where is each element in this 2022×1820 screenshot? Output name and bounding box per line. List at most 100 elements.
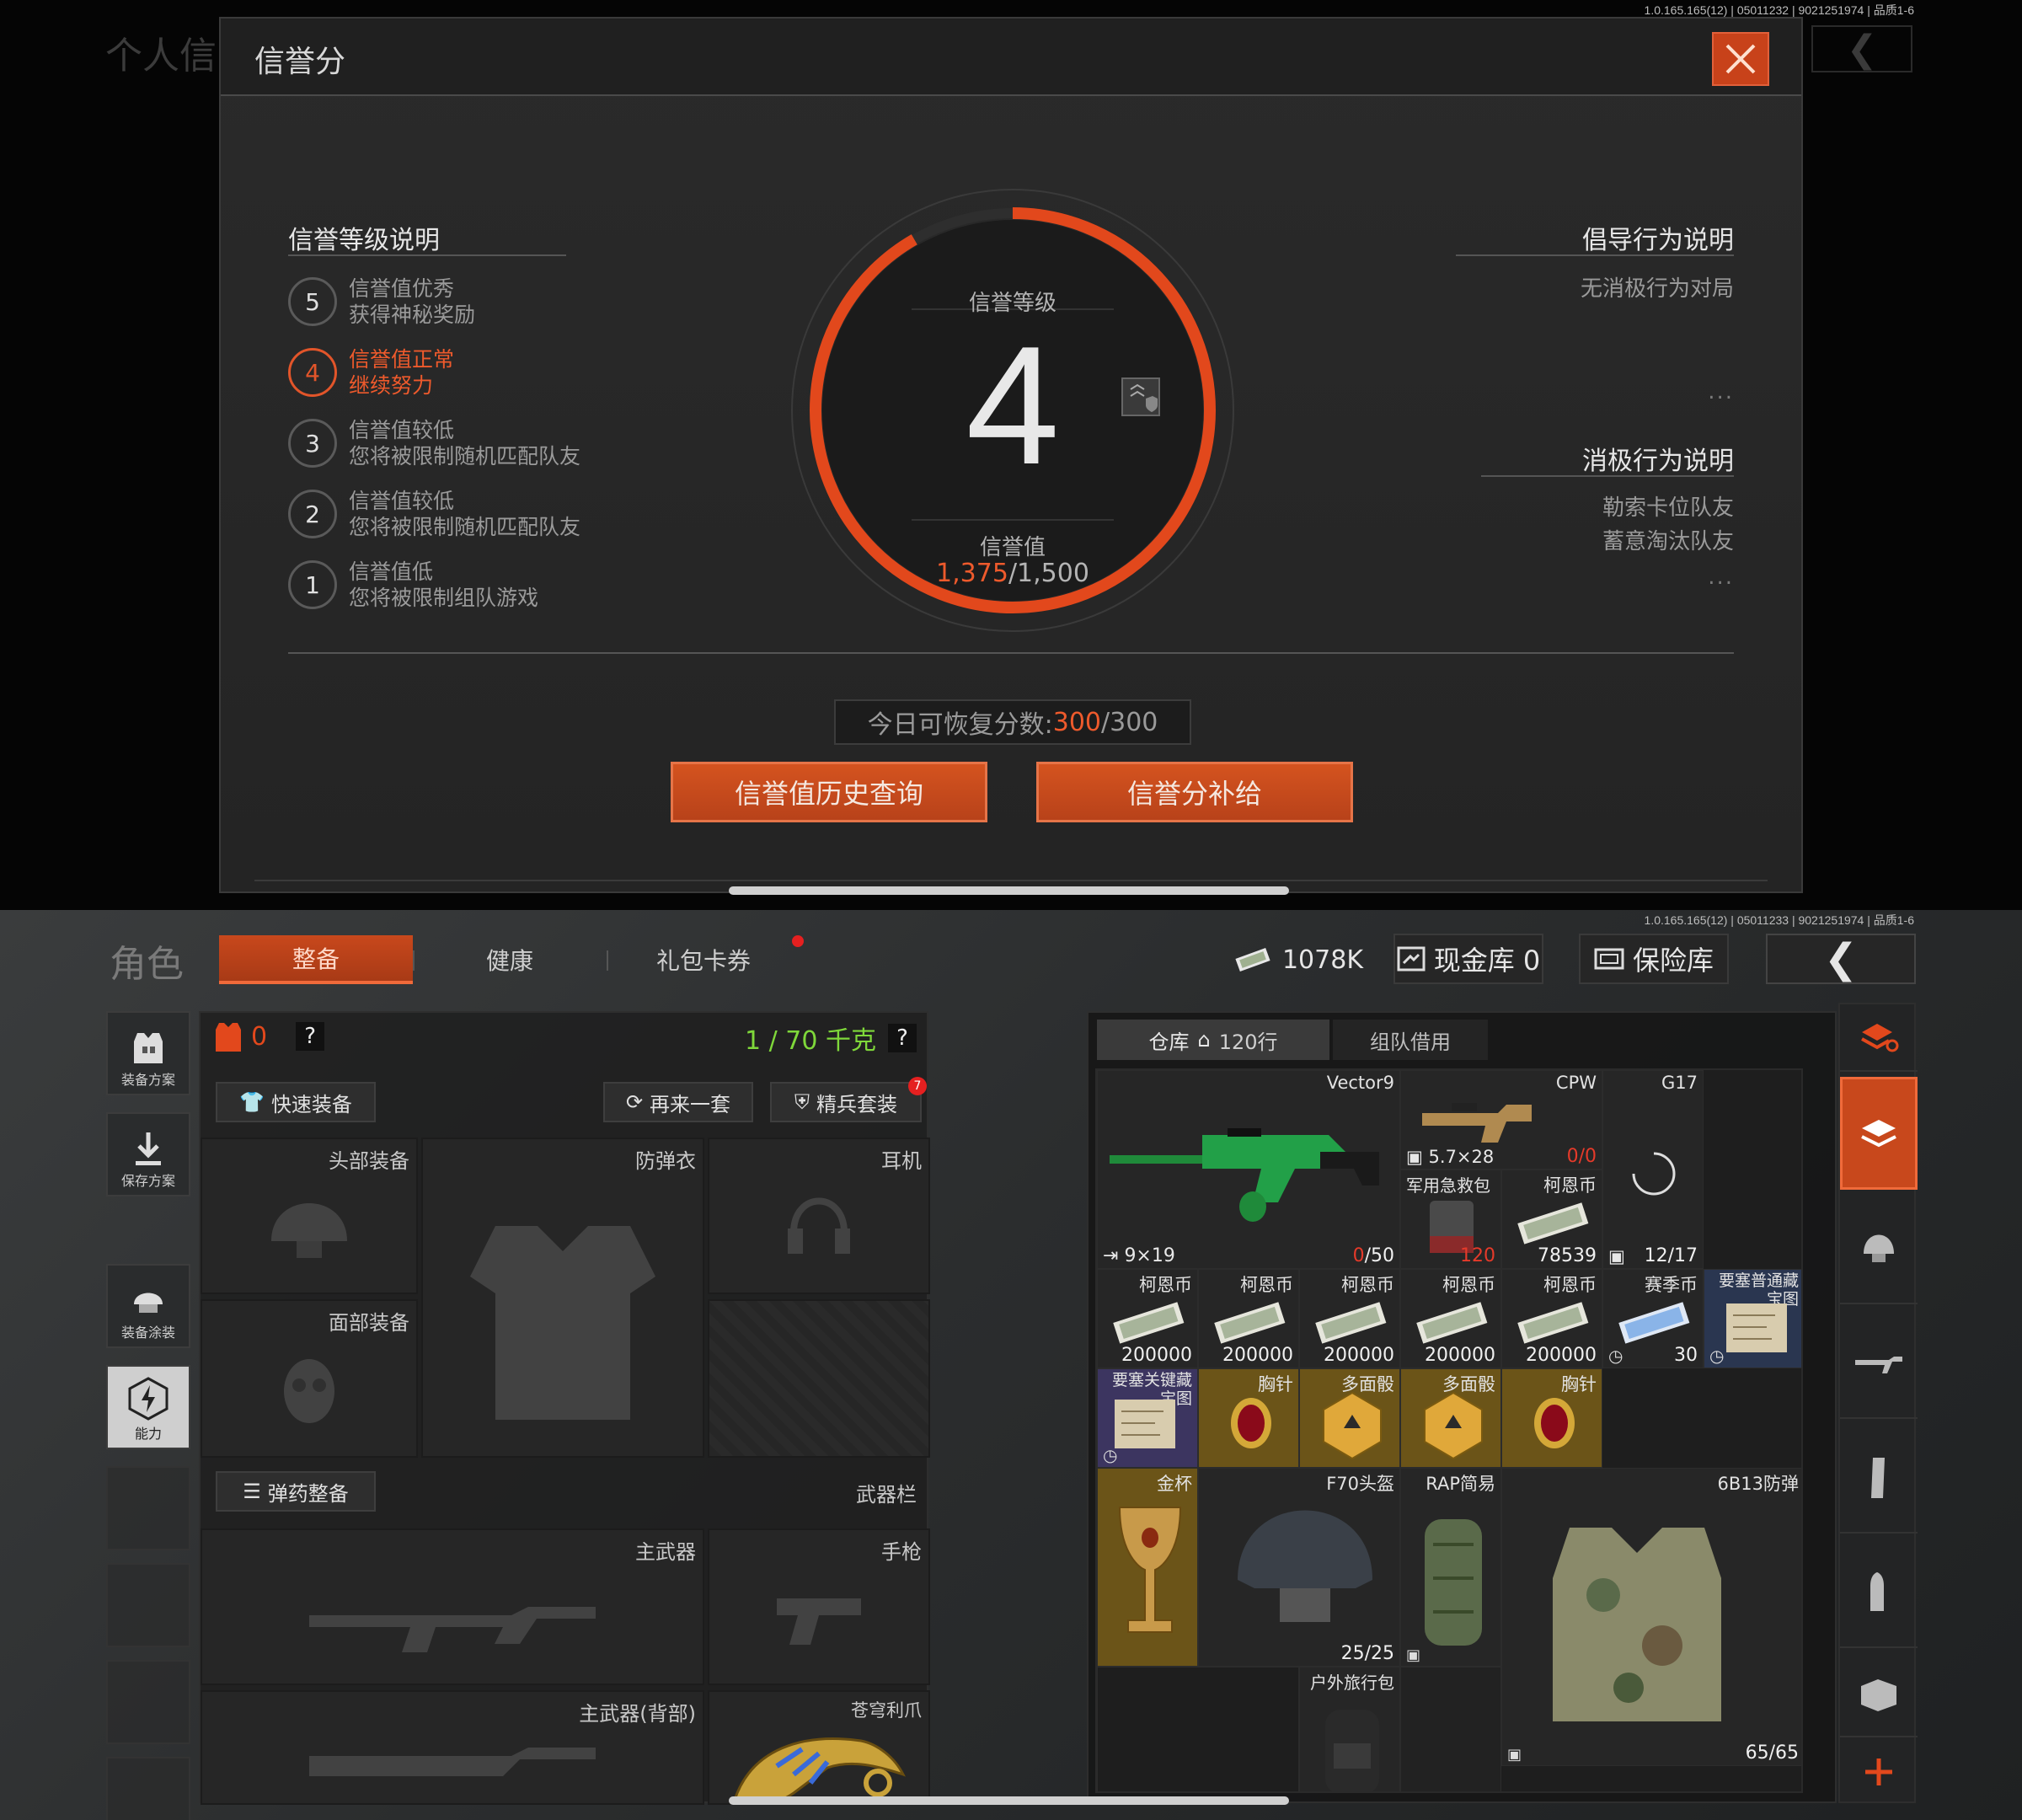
item-f70-helmet[interactable]: F70头盔 25/25 [1198, 1468, 1400, 1667]
ear-slot[interactable]: 耳机 [708, 1138, 930, 1294]
level-item-1: 1 信誉值低 您将被限制组队游戏 [288, 559, 538, 611]
item-dice[interactable]: 多面骰 [1299, 1368, 1400, 1468]
safe-vault-button[interactable]: 保险库 [1579, 934, 1729, 984]
category-ammo[interactable] [1840, 1539, 1918, 1648]
tab-team-borrow[interactable]: 组队借用 [1333, 1020, 1488, 1060]
item-brooch[interactable]: 胸针 [1501, 1368, 1602, 1468]
item-rap-backpack[interactable]: RAP简易 ▣ [1400, 1468, 1501, 1667]
backpack-icon [1425, 1519, 1482, 1646]
item-name: 柯恩币 [1543, 1275, 1597, 1295]
face-slot[interactable]: 面部装备 [201, 1299, 418, 1458]
sort-layers-icon [1861, 1024, 1899, 1052]
history-query-button[interactable]: 信誉值历史查询 [671, 762, 987, 822]
level-number: 1 [288, 560, 337, 609]
item-count: 200000 [1222, 1345, 1293, 1366]
equip-paint-button[interactable]: 装备涂装 [106, 1264, 190, 1348]
item-coin[interactable]: 柯恩币 200000 [1400, 1269, 1501, 1368]
sort-button[interactable] [1840, 1004, 1918, 1072]
category-all[interactable] [1840, 1077, 1918, 1190]
vest-icon [134, 1033, 163, 1063]
item-dice[interactable]: 多面骰 [1400, 1368, 1501, 1468]
item-coin[interactable]: 柯恩币 200000 [1501, 1269, 1602, 1368]
character-screen: 1.0.165.165(12) | 05011233 | 9021251974 … [0, 910, 2022, 1820]
primary-back-slot[interactable]: 主武器(背部) [201, 1690, 704, 1805]
item-count: 25/25 [1340, 1643, 1394, 1664]
item-name: 户外旅行包 [1310, 1673, 1394, 1693]
melee-slot[interactable]: 苍穹利爪 [708, 1690, 930, 1805]
ability-button[interactable]: 能力 [106, 1365, 190, 1449]
item-brooch[interactable]: 胸针 [1198, 1368, 1299, 1468]
tab-vault[interactable]: 仓库 ⌂ 120行 [1097, 1020, 1329, 1060]
cash-vault-button[interactable]: 现金库 0 [1393, 934, 1543, 984]
primary-weapon-slot[interactable]: 主武器 [201, 1528, 704, 1685]
empty-side-slot [106, 1563, 190, 1647]
item-travel-backpack[interactable]: 户外旅行包 [1299, 1667, 1400, 1791]
brooch-icon [1534, 1398, 1575, 1448]
pistol-slot[interactable]: 手枪 [708, 1528, 930, 1685]
item-coin[interactable]: 柯恩币 200000 [1097, 1269, 1198, 1368]
slot-label: 手枪 [881, 1540, 922, 1564]
item-coin[interactable]: 柯恩币 200000 [1198, 1269, 1299, 1368]
again-button[interactable]: ⟳ 再来一套 [603, 1082, 753, 1122]
elite-badge: 7 [908, 1077, 927, 1095]
divider [1481, 475, 1734, 477]
help-button[interactable]: ? [888, 1024, 917, 1052]
ammo-type-icon: ⇥ [1103, 1245, 1119, 1266]
item-key-map[interactable]: 要塞关键藏宝图 ◷ [1097, 1368, 1198, 1468]
loadout-plan-button[interactable]: 装备方案 [106, 1011, 190, 1095]
ammo-capacity: /50 [1364, 1245, 1394, 1266]
dice-icon [1424, 1391, 1483, 1460]
help-button[interactable]: ? [296, 1022, 325, 1051]
dialog-title: 信誉分 [254, 45, 346, 79]
ammo-icon: ☰ [243, 1480, 261, 1503]
item-gold-cup[interactable]: 金杯 [1097, 1468, 1198, 1667]
item-name: 柯恩币 [1341, 1275, 1394, 1295]
cash-vault-label: 现金库 0 [1433, 945, 1541, 977]
divider [288, 254, 566, 256]
category-helmet[interactable] [1840, 1195, 1918, 1304]
item-count: 78539 [1538, 1245, 1597, 1266]
item-count: 200000 [1121, 1345, 1192, 1366]
item-medkit[interactable]: 军用急救包 120 [1400, 1170, 1501, 1269]
item-vector9[interactable]: Vector9 ⇥ 9×19 0/50 [1097, 1070, 1400, 1269]
safe-icon [1594, 948, 1624, 970]
tab-gift[interactable]: 礼包卡券 [607, 935, 800, 984]
close-button[interactable] [1712, 32, 1769, 86]
category-magazine[interactable] [1840, 1424, 1918, 1534]
item-cpw[interactable]: CPW ▣ 5.7×28 0/0 [1400, 1070, 1602, 1170]
tab-equip[interactable]: 整备 [219, 935, 413, 984]
ammo-box-icon: ▣ [1608, 1246, 1625, 1266]
elite-label: 精兵套装 [816, 1092, 897, 1116]
vest-slot[interactable]: 防弹衣 [421, 1138, 704, 1458]
slot-label: 防弹衣 [635, 1149, 696, 1173]
item-coin[interactable]: 柯恩币 200000 [1299, 1269, 1400, 1368]
back-button[interactable]: ❮ [1766, 934, 1916, 984]
tab-health[interactable]: 健康 [413, 935, 607, 984]
ability-icon [128, 1377, 168, 1421]
add-button[interactable] [1840, 1742, 1918, 1801]
elite-set-button[interactable]: ⛨ 精兵套装 7 [770, 1077, 927, 1122]
goblet-icon [1118, 1507, 1182, 1633]
ammo-prep-button[interactable]: ☰ 弹药整备 [216, 1471, 376, 1512]
item-coin[interactable]: 柯恩币 78539 [1501, 1170, 1602, 1269]
category-misc[interactable] [1840, 1653, 1918, 1737]
empty-cell [1097, 1667, 1299, 1791]
gauge-score-label: 信誉值 [979, 535, 1046, 560]
slot-label: 苍穹利爪 [851, 1700, 922, 1721]
again-label: 再来一套 [650, 1092, 731, 1116]
armor-count-value: 0 [251, 1021, 268, 1052]
cash-stack-icon [1113, 1302, 1185, 1344]
item-6b13-armor[interactable]: 6B13防弹 ▣ 65/65 [1501, 1468, 1801, 1766]
ammo-type: ⇥ 9×19 [1103, 1245, 1175, 1266]
replenish-button[interactable]: 信誉分补给 [1036, 762, 1353, 822]
level-desc: 获得神秘奖励 [349, 302, 476, 327]
map-icon [1115, 1400, 1175, 1448]
category-weapon[interactable] [1840, 1309, 1918, 1419]
item-g17[interactable]: G17 ▣ 12/17 [1602, 1070, 1704, 1269]
quick-equip-button[interactable]: 👕 快速装备 [216, 1082, 376, 1122]
item-treasure-map[interactable]: 要塞普通藏宝图 ◷ [1704, 1269, 1801, 1368]
cpw-icon [1422, 1103, 1532, 1143]
save-plan-button[interactable]: 保存方案 [106, 1112, 190, 1196]
head-slot[interactable]: 头部装备 [201, 1138, 418, 1294]
item-season-coin[interactable]: 赛季币 ◷ 30 [1602, 1269, 1704, 1368]
